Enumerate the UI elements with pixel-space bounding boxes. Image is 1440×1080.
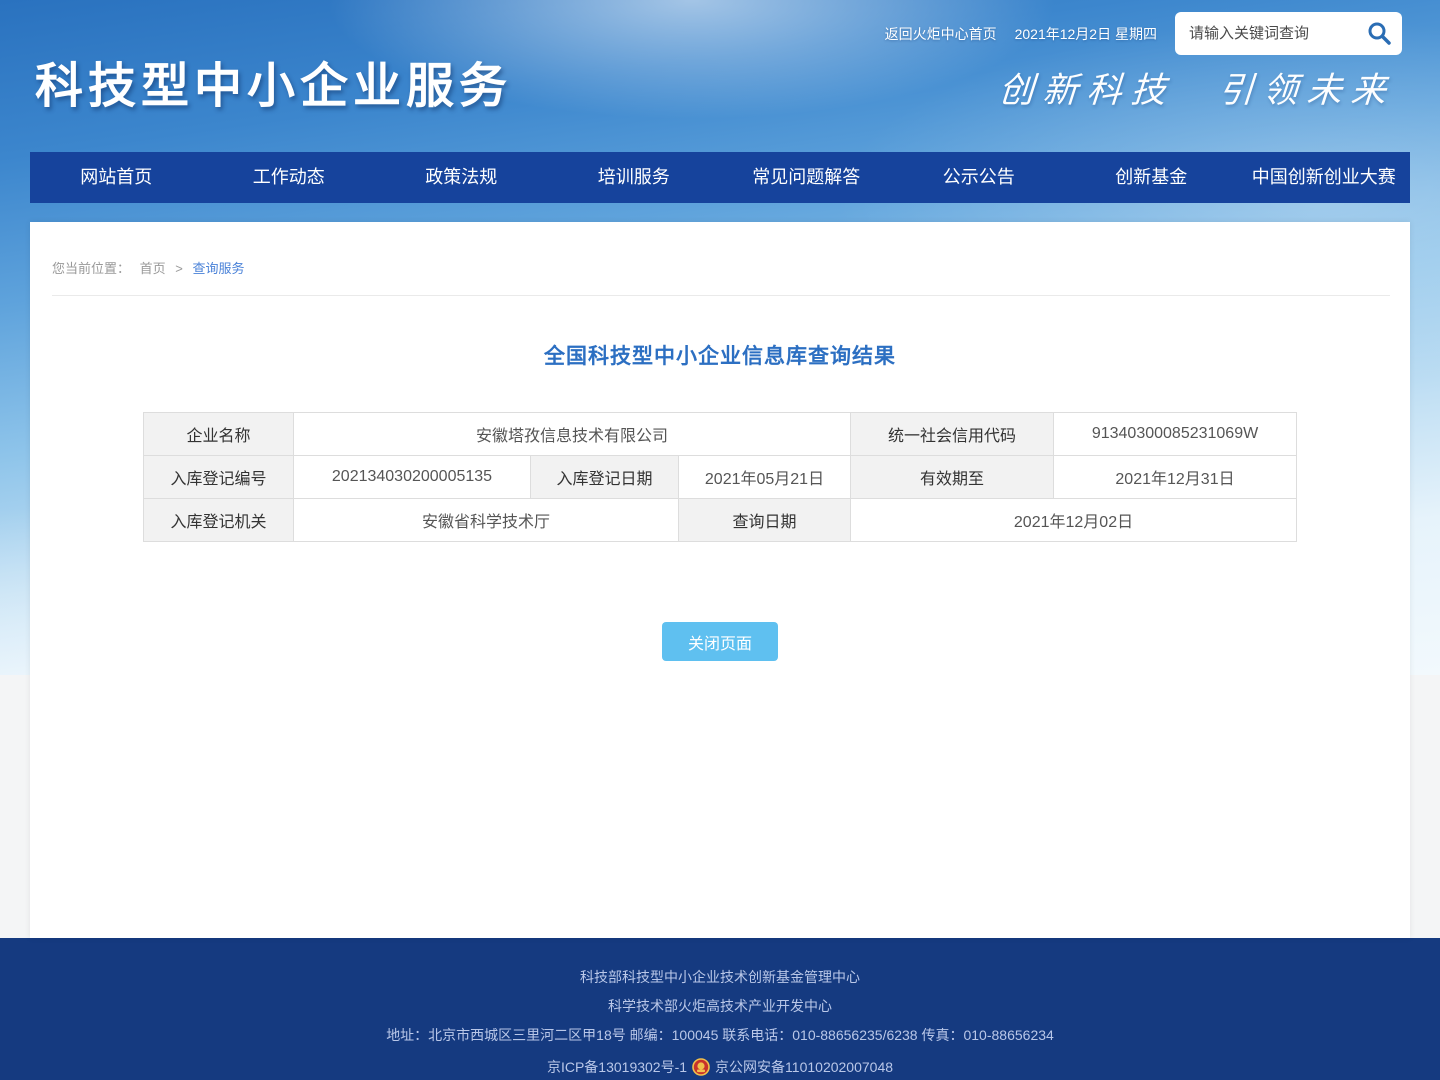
credit-code-label: 统一社会信用代码 — [851, 413, 1054, 456]
content-card: 您当前位置： 首页 > 查询服务 全国科技型中小企业信息库查询结果 企业名称 安… — [30, 222, 1410, 938]
reg-authority-value: 安徽省科学技术厅 — [293, 499, 678, 542]
slogan-calligraphy: 创新科技 引领未来 — [997, 62, 1397, 113]
table-row: 入库登记编号 202134030200005135 入库登记日期 2021年05… — [143, 456, 1296, 499]
table-row: 入库登记机关 安徽省科学技术厅 查询日期 2021年12月02日 — [143, 499, 1296, 542]
breadcrumb-separator: > — [175, 261, 183, 276]
query-date-label: 查询日期 — [678, 499, 850, 542]
nav-item-competition[interactable]: 中国创新创业大赛 — [1238, 152, 1411, 203]
footer-org-line1: 科技部科技型中小企业技术创新基金管理中心 — [0, 970, 1440, 984]
current-date: 2021年12月2日 星期四 — [1015, 24, 1157, 44]
nav-item-work-updates[interactable]: 工作动态 — [203, 152, 376, 203]
nav-item-faq[interactable]: 常见问题解答 — [720, 152, 893, 203]
valid-until-label: 有效期至 — [851, 456, 1054, 499]
site-header: 科技型中小企业服务 返回火炬中心首页 2021年12月2日 星期四 创新科技 引… — [0, 0, 1440, 152]
reg-number-label: 入库登记编号 — [143, 456, 293, 499]
torch-center-home-link[interactable]: 返回火炬中心首页 — [885, 24, 997, 44]
reg-date-label: 入库登记日期 — [530, 456, 678, 499]
breadcrumb-current-link[interactable]: 查询服务 — [193, 261, 245, 276]
page-footer: 科技部科技型中小企业技术创新基金管理中心 科学技术部火炬高技术产业开发中心 地址… — [0, 938, 1440, 1080]
main-navigation: 网站首页 工作动态 政策法规 培训服务 常见问题解答 公示公告 创新基金 中国创… — [30, 152, 1410, 203]
reg-date-value: 2021年05月21日 — [678, 456, 850, 499]
nav-item-home[interactable]: 网站首页 — [30, 152, 203, 203]
footer-org-line2: 科学技术部火炬高技术产业开发中心 — [0, 999, 1440, 1013]
nav-item-training[interactable]: 培训服务 — [548, 152, 721, 203]
footer-contact-line: 地址：北京市西城区三里河二区甲18号 邮编：100045 联系电话：010-88… — [0, 1028, 1440, 1042]
company-name-value: 安徽塔孜信息技术有限公司 — [293, 413, 850, 456]
nav-item-announcements[interactable]: 公示公告 — [893, 152, 1066, 203]
breadcrumb-home-link[interactable]: 首页 — [140, 261, 166, 276]
reg-authority-label: 入库登记机关 — [143, 499, 293, 542]
breadcrumb: 您当前位置： 首页 > 查询服务 — [52, 222, 1390, 296]
search-icon[interactable] — [1364, 19, 1394, 49]
police-badge-icon — [692, 1058, 710, 1076]
header-toolbar: 返回火炬中心首页 2021年12月2日 星期四 — [885, 12, 1402, 55]
page-title: 全国科技型中小企业信息库查询结果 — [30, 340, 1410, 370]
icp-record-link[interactable]: 京ICP备13019302号-1 — [547, 1057, 687, 1077]
footer-beian-row: 京ICP备13019302号-1 京公网安备11010202007048 — [0, 1057, 1440, 1077]
valid-until-value: 2021年12月31日 — [1054, 456, 1297, 499]
breadcrumb-prefix: 您当前位置： — [52, 261, 130, 276]
nav-item-policies[interactable]: 政策法规 — [375, 152, 548, 203]
nav-item-innovation-fund[interactable]: 创新基金 — [1065, 152, 1238, 203]
table-row: 企业名称 安徽塔孜信息技术有限公司 统一社会信用代码 9134030008523… — [143, 413, 1296, 456]
close-page-button[interactable]: 关闭页面 — [662, 622, 778, 661]
search-box — [1175, 12, 1402, 55]
query-result-table: 企业名称 安徽塔孜信息技术有限公司 统一社会信用代码 9134030008523… — [143, 412, 1297, 542]
site-logo: 科技型中小企业服务 — [35, 46, 512, 116]
police-record-link[interactable]: 京公网安备11010202007048 — [715, 1057, 893, 1077]
credit-code-value: 91340300085231069W — [1054, 413, 1297, 456]
company-name-label: 企业名称 — [143, 413, 293, 456]
query-date-value: 2021年12月02日 — [851, 499, 1297, 542]
reg-number-value: 202134030200005135 — [293, 456, 530, 499]
